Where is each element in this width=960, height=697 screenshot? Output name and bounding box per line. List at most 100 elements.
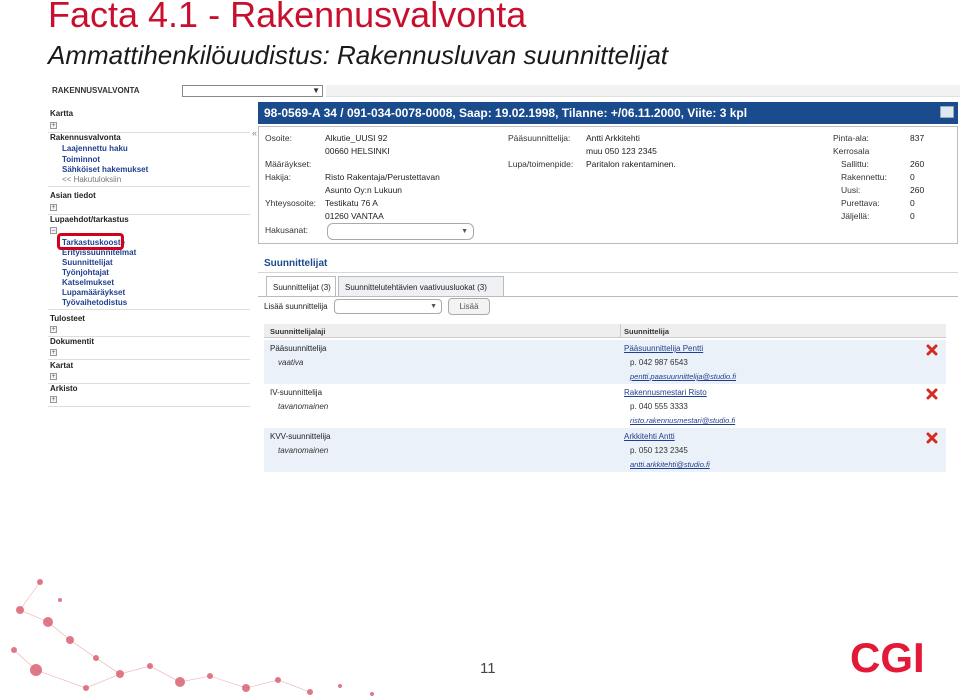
expand-icon[interactable]: + [50, 204, 57, 211]
osoite-postal: 00660 HELSINKI [325, 146, 390, 156]
cgi-logo-text: CGI [850, 634, 925, 678]
jaljella-label: Jäljellä: [841, 211, 870, 221]
table-row: Pääsuunnittelija vaativa Pääsuunnittelij… [264, 340, 946, 384]
top-dropdown[interactable]: ▼ [182, 85, 323, 97]
sidebar-item-rakennusvalvonta[interactable]: Rakennusvalvonta [50, 133, 121, 142]
maaraykset-label: Määräykset: [265, 159, 312, 169]
pinta-ala-label: Pinta-ala: [833, 133, 869, 143]
rakennettu-value: 0 [910, 172, 915, 182]
page-number: 11 [480, 660, 496, 677]
expand-icon[interactable]: + [50, 373, 57, 380]
row-requirement: vaativa [278, 358, 304, 367]
top-toolbar [326, 85, 960, 97]
collapse-icon[interactable]: – [50, 227, 57, 234]
sidebar-item-asian-tiedot[interactable]: Asian tiedot [50, 191, 96, 200]
sidebar-item-tulosteet[interactable]: Tulosteet [50, 314, 85, 323]
row-designer-link[interactable]: Arkkitehti Antti [624, 432, 675, 441]
notes-icon[interactable] [940, 106, 954, 118]
jaljella-value: 0 [910, 211, 915, 221]
sidebar-item-kartta[interactable]: Kartta [50, 109, 73, 118]
hakija-value-2: Asunto Oy:n Lukuun [325, 185, 403, 195]
osoite-value: Alkutie_UUSI 92 [325, 133, 388, 143]
sidebar-item-kartat[interactable]: Kartat [50, 361, 73, 370]
row-phone: p. 040 555 3333 [630, 402, 688, 411]
column-header[interactable]: Suunnittelijalaji [270, 327, 325, 336]
sidebar: Kartta + Rakennusvalvonta Laajennettu ha… [48, 102, 252, 480]
uusi-label: Uusi: [841, 185, 861, 195]
chevron-down-icon: ▼ [430, 303, 437, 310]
table-row: KVV-suunnittelija tavanomainen Arkkiteht… [264, 428, 946, 472]
chevron-down-icon: ▼ [312, 86, 320, 95]
sidebar-item-dokumentit[interactable]: Dokumentit [50, 337, 94, 346]
paasuunnittelija-value: Antti Arkkitehti [586, 133, 640, 143]
divider [258, 296, 958, 297]
slide-subtitle: Ammattihenkilöuudistus: Rakennusluvan su… [48, 40, 669, 70]
row-email-link[interactable]: risto.rakennusmestari@studio.fi [630, 416, 735, 425]
sidebar-item-toiminnot[interactable]: Toiminnot [62, 155, 100, 164]
rakennettu-label: Rakennettu: [841, 172, 887, 182]
add-designer-label: Lisää suunnittelija [264, 302, 328, 311]
pinta-ala-value: 837 [910, 133, 925, 143]
divider [258, 272, 958, 273]
row-requirement: tavanomainen [278, 402, 329, 411]
add-button[interactable]: Lisää [448, 298, 490, 315]
cgi-logo: CGI [850, 634, 925, 678]
expand-icon[interactable]: + [50, 396, 57, 403]
row-designer-link[interactable]: Pääsuunnittelija Pentti [624, 344, 703, 353]
table-header: Suunnittelijalaji Suunnittelija [264, 324, 946, 338]
sidebar-item-tyovaihetodistus[interactable]: Työvaihetodistus [62, 298, 127, 307]
collapse-left-icon[interactable]: « [252, 128, 257, 138]
sidebar-item-lupaehdot[interactable]: Lupaehdot/tarkastus [50, 215, 129, 224]
hakija-value: Risto Rakentaja/Perustettavan [325, 172, 440, 182]
divider [48, 186, 250, 187]
case-header: 98-0569-A 34 / 091-034-0078-0008, Saap: … [258, 102, 958, 124]
app-name: RAKENNUSVALVONTA [52, 86, 140, 95]
sidebar-item-arkisto[interactable]: Arkisto [50, 384, 78, 393]
delete-icon[interactable] [926, 344, 938, 356]
app-screenshot: RAKENNUSVALVONTA ▼ Kartta + Rakennusvalv… [48, 82, 960, 480]
lupa-value: Paritalon rakentaminen. [586, 159, 676, 169]
case-header-text: 98-0569-A 34 / 091-034-0078-0008, Saap: … [264, 106, 748, 120]
row-email-link[interactable]: pentti.paasuunnittelija@studio.fi [630, 372, 736, 381]
back-to-results-link[interactable]: << Hakutuloksiin [62, 175, 121, 184]
divider [48, 309, 250, 310]
hakusanat-dropdown[interactable]: ▼ [327, 223, 474, 240]
sidebar-item-suunnittelijat[interactable]: Suunnittelijat [62, 258, 113, 267]
column-divider [620, 324, 621, 338]
sidebar-item-sahkoiset-hakemukset[interactable]: Sähköiset hakemukset [62, 165, 148, 174]
tab-vaativuusluokat[interactable]: Suunnittelutehtävien vaativuusluokat (3) [338, 276, 504, 296]
add-designer-dropdown[interactable]: ▼ [334, 299, 442, 314]
decorative-dots [11, 579, 374, 696]
slide-title: Facta 4.1 - Rakennusvalvonta [48, 0, 527, 35]
divider [48, 359, 250, 360]
tab-suunnittelijat[interactable]: Suunnittelijat (3) [266, 276, 336, 296]
expand-icon[interactable]: + [50, 349, 57, 356]
table-row: IV-suunnittelija tavanomainen Rakennusme… [264, 384, 946, 428]
delete-icon[interactable] [926, 388, 938, 400]
row-email-link[interactable]: antti.arkkitehti@studio.fi [630, 460, 710, 469]
kerrosala-label: Kerrosala [833, 146, 870, 156]
row-role: Pääsuunnittelija [270, 344, 327, 353]
purettava-value: 0 [910, 198, 915, 208]
expand-icon[interactable]: + [50, 326, 57, 333]
row-role: IV-suunnittelija [270, 388, 323, 397]
sidebar-item-lupamaaraykset[interactable]: Lupamääräykset [62, 288, 125, 297]
sidebar-item-laajennettu-haku[interactable]: Laajennettu haku [62, 144, 128, 153]
delete-icon[interactable] [926, 432, 938, 444]
uusi-value: 260 [910, 185, 925, 195]
sidebar-item-tyonjohtajat[interactable]: Työnjohtajat [62, 268, 109, 277]
paasuunnittelija-phone: muu 050 123 2345 [586, 146, 657, 156]
osoite-label: Osoite: [265, 133, 292, 143]
row-designer-link[interactable]: Rakennusmestari Risto [624, 388, 707, 397]
app-topbar: RAKENNUSVALVONTA ▼ [48, 82, 960, 100]
row-role: KVV-suunnittelija [270, 432, 331, 441]
row-requirement: tavanomainen [278, 446, 329, 455]
sidebar-item-katselmukset[interactable]: Katselmukset [62, 278, 114, 287]
lupa-label: Lupa/toimenpide: [508, 159, 574, 169]
designers-table: Suunnittelijalaji Suunnittelija Pääsuunn… [264, 324, 946, 480]
chevron-down-icon: ▼ [461, 228, 468, 235]
row-phone: p. 042 987 6543 [630, 358, 688, 367]
column-header[interactable]: Suunnittelija [624, 327, 669, 336]
expand-icon[interactable]: + [50, 122, 57, 129]
hakija-label: Hakija: [265, 172, 291, 182]
